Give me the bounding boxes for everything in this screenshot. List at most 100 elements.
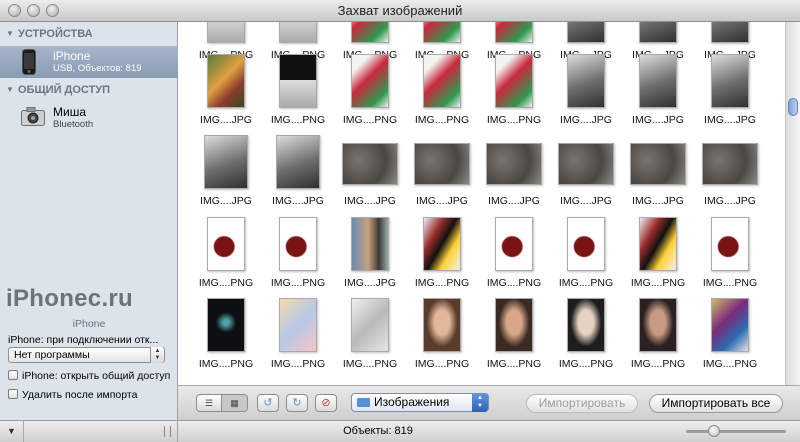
zoom-slider[interactable] — [686, 430, 786, 433]
image-thumbnail[interactable]: IMG....PNG — [478, 50, 550, 131]
image-thumbnail[interactable]: IMG....PNG — [262, 213, 334, 294]
thumbnail-image — [702, 143, 758, 185]
delete-checkbox-row[interactable]: Удалить после импорта — [8, 389, 137, 401]
thumbnail-image — [639, 22, 677, 43]
image-thumbnail[interactable]: IMG....PNG — [190, 213, 262, 294]
list-view-icon[interactable]: ☰ — [197, 395, 222, 411]
icon-view-icon[interactable]: ▦ — [222, 395, 247, 411]
thumbnail-image — [486, 143, 542, 185]
import-folder-popup[interactable]: Изображения ▲ ▼ — [351, 393, 489, 412]
delete-button[interactable]: ⊘ — [315, 394, 337, 412]
thumbnail-image — [567, 217, 605, 271]
share-checkbox[interactable] — [8, 370, 18, 380]
thumbnail-image — [711, 54, 749, 108]
image-thumbnail[interactable]: IMG....PNG — [190, 294, 262, 375]
delete-checkbox[interactable] — [8, 389, 18, 399]
sidebar-bottom-bar: ▼ — [0, 420, 178, 442]
thumbnail-row: IMG....JPG IMG....JPG IMG....JPG IMG....JPG… — [190, 131, 782, 212]
image-thumbnail[interactable]: IMG....PNG — [478, 213, 550, 294]
thumbnail-caption: IMG....PNG — [558, 277, 614, 289]
thumbnail-caption: IMG....JPG — [704, 195, 756, 207]
thumbnail-image — [711, 298, 749, 352]
disclosure-triangle-icon[interactable]: ▼ — [6, 80, 14, 100]
thumbnail-caption: IMG....PNG — [270, 114, 326, 126]
vertical-scrollbar[interactable] — [785, 22, 800, 385]
import-button[interactable]: Импортировать — [526, 394, 638, 413]
shared-device-subtitle: Bluetooth — [53, 119, 94, 130]
disclosure-triangle-icon[interactable]: ▼ — [6, 24, 14, 44]
thumbnail-row: IMG....PNG IMG....PNG IMG....PNG IMG....PNG… — [190, 294, 782, 375]
import-folder-value: Изображения — [374, 395, 450, 409]
image-thumbnail[interactable]: IMG....PNG — [694, 213, 766, 294]
import-all-button[interactable]: Импортировать все — [649, 394, 783, 413]
thumbnail-image — [639, 298, 677, 352]
view-mode-control[interactable]: ☰ ▦ — [196, 394, 248, 412]
image-thumbnail[interactable]: IMG....JPG — [478, 131, 550, 212]
thumbnail-caption: IMG....JPG — [488, 195, 540, 207]
thumbnail-image — [495, 217, 533, 271]
image-thumbnail[interactable]: IMG....PNG — [262, 50, 334, 131]
devices-section-header[interactable]: ▼ УСТРОЙСТВА — [0, 24, 178, 44]
device-settings-panel: iPhonec.ru iPhone iPhone: при подключени… — [0, 285, 178, 420]
image-thumbnail[interactable]: IMG....PNG — [406, 294, 478, 375]
thumbnail-caption: IMG....PNG — [486, 358, 542, 370]
image-browser[interactable]: IMG....PNGIMG....PNGIMG....PNGIMG....PNG… — [178, 22, 800, 385]
thumbnail-image — [495, 298, 533, 352]
rotate-right-button[interactable]: ↻ — [286, 394, 308, 412]
sidebar-item-iphone[interactable]: iPhone USB, Объектов: 819 — [0, 46, 178, 78]
bottom-toolbar: ☰ ▦ ↺ ↻ ⊘ Изображения ▲ ▼ Импортировать И… — [178, 385, 800, 420]
sidebar-menu-button[interactable]: ▼ — [0, 421, 24, 442]
image-thumbnail[interactable]: IMG....PNG — [334, 50, 406, 131]
shared-device-name: Миша — [53, 105, 86, 119]
thumbnail-image — [495, 22, 533, 43]
image-thumbnail[interactable]: IMG....PNG — [262, 294, 334, 375]
image-thumbnail[interactable]: IMG....JPG — [622, 131, 694, 212]
image-thumbnail[interactable]: IMG....PNG — [622, 294, 694, 375]
thumbnail-caption: IMG....PNG — [198, 277, 254, 289]
thumbnail-image — [279, 54, 317, 108]
minimize-window-button[interactable] — [27, 4, 40, 17]
scrollbar-thumb[interactable] — [788, 98, 798, 116]
on-connect-popup[interactable]: Нет программы ▲ ▼ — [8, 347, 165, 363]
shared-section-header[interactable]: ▼ ОБЩИЙ ДОСТУП — [0, 80, 178, 100]
image-thumbnail[interactable]: IMG....JPG — [334, 213, 406, 294]
image-thumbnail[interactable]: IMG....JPG — [190, 50, 262, 131]
image-thumbnail[interactable]: IMG....PNG — [622, 213, 694, 294]
image-thumbnail[interactable]: IMG....JPG — [622, 50, 694, 131]
thumbnail-caption: IMG....PNG — [270, 277, 326, 289]
thumbnail-image — [567, 22, 605, 43]
image-thumbnail[interactable]: IMG....JPG — [550, 131, 622, 212]
image-thumbnail[interactable]: IMG....JPG — [334, 131, 406, 212]
image-thumbnail[interactable]: IMG....PNG — [406, 50, 478, 131]
image-thumbnail[interactable]: IMG....JPG — [550, 50, 622, 131]
stop-icon: ⊘ — [321, 397, 331, 409]
thumbnail-image — [207, 217, 245, 271]
image-thumbnail[interactable]: IMG....PNG — [550, 294, 622, 375]
image-thumbnail[interactable]: IMG....PNG — [334, 294, 406, 375]
thumbnail-caption: IMG....PNG — [342, 358, 398, 370]
title-bar: Захват изображений — [0, 0, 800, 22]
camera-icon — [21, 107, 45, 130]
thumbnail-image — [207, 54, 245, 108]
image-thumbnail[interactable]: IMG....JPG — [694, 50, 766, 131]
thumbnail-caption: IMG....PNG — [558, 358, 614, 370]
thumbnail-image — [423, 54, 461, 108]
thumbnail-image — [342, 143, 398, 185]
image-thumbnail[interactable]: IMG....JPG — [190, 131, 262, 212]
image-thumbnail[interactable]: IMG....JPG — [694, 131, 766, 212]
rotate-left-button[interactable]: ↺ — [257, 394, 279, 412]
image-thumbnail[interactable]: IMG....PNG — [478, 294, 550, 375]
thumbnail-image — [279, 217, 317, 271]
image-thumbnail[interactable]: IMG....PNG — [694, 294, 766, 375]
zoom-window-button[interactable] — [46, 4, 59, 17]
image-thumbnail[interactable]: IMG....PNG — [406, 213, 478, 294]
zoom-slider-knob[interactable] — [708, 425, 720, 437]
resize-grip-icon[interactable] — [164, 426, 171, 437]
image-thumbnail[interactable]: IMG....JPG — [406, 131, 478, 212]
image-thumbnail[interactable]: IMG....PNG — [550, 213, 622, 294]
image-thumbnail[interactable]: IMG....JPG — [262, 131, 334, 212]
thumbnail-caption: IMG....PNG — [342, 114, 398, 126]
close-window-button[interactable] — [8, 4, 21, 17]
sidebar-item-misha[interactable]: Миша Bluetooth — [0, 102, 178, 134]
share-checkbox-row[interactable]: iPhone: открыть общий доступ — [8, 370, 170, 382]
